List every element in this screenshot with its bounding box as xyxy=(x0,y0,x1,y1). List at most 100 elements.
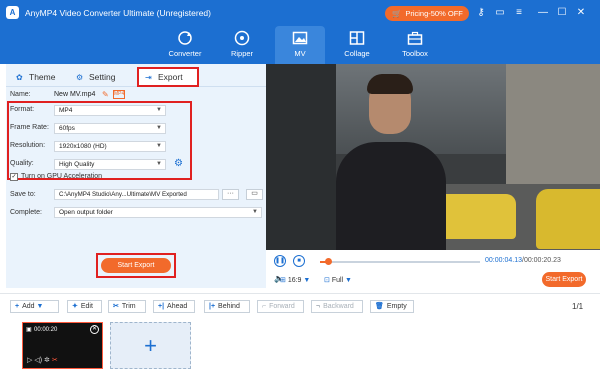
image-icon xyxy=(292,31,308,45)
timeline-clip[interactable]: ▣ 00:00:20 ✕ ▷ ◁) ✲ ✂ xyxy=(22,322,103,369)
ahead-label: Ahead xyxy=(167,303,188,310)
format-label: Format: xyxy=(10,106,35,113)
insert-ahead-icon: +| xyxy=(158,303,165,310)
start-export-button[interactable]: Start Export xyxy=(101,258,171,273)
magic-wand-icon: ✦ xyxy=(72,303,78,310)
view-mode-value: Full xyxy=(331,277,344,284)
video-preview xyxy=(266,64,600,250)
trash-icon: 🗑 xyxy=(375,303,384,310)
nav-ripper[interactable]: Ripper xyxy=(217,26,267,64)
tab-theme[interactable]: ✿ Theme xyxy=(16,69,55,85)
chevron-down-icon: ▼ xyxy=(156,125,162,131)
add-label: Add xyxy=(22,303,35,310)
quality-value: High Quality xyxy=(59,161,95,168)
name-value: New MV.mp4 xyxy=(54,91,96,98)
progress-knob[interactable] xyxy=(325,258,332,265)
key-icon[interactable]: ⚷ xyxy=(474,6,488,20)
tab-theme-label: Theme xyxy=(29,72,56,82)
trim-button[interactable]: ✂ Trim xyxy=(108,300,146,313)
timecode: 00:00:04.13/00:00:20.23 xyxy=(485,257,561,264)
start-export-button-preview[interactable]: Start Export xyxy=(542,272,586,287)
app-logo-icon: A xyxy=(6,6,19,19)
tab-export[interactable]: ⇥ Export xyxy=(137,67,199,87)
close-icon[interactable]: ✕ xyxy=(574,6,588,20)
complete-select[interactable]: Open output folder ▼ xyxy=(54,207,262,218)
total-time: 00:00:20.23 xyxy=(523,257,561,264)
add-clip-button[interactable]: + xyxy=(110,322,191,369)
menu-icon[interactable]: ≡ xyxy=(512,6,526,20)
minimize-icon[interactable]: — xyxy=(536,6,550,20)
cut-icon[interactable]: ✂ xyxy=(52,357,58,364)
aspect-icon: ⊞ xyxy=(280,277,288,284)
chevron-down-icon: ▼ xyxy=(252,209,258,215)
video-frame-taxi xyxy=(536,189,600,249)
saveto-label: Save to: xyxy=(10,191,36,198)
framerate-select[interactable]: 60fps ▼ xyxy=(54,123,166,134)
format-value: MP4 xyxy=(59,107,73,114)
maximize-icon[interactable]: ☐ xyxy=(555,6,569,20)
format-select[interactable]: MP4 ▼ xyxy=(54,105,166,116)
stop-icon[interactable]: ■ xyxy=(293,255,305,267)
add-button[interactable]: + Add ▼ xyxy=(10,300,59,313)
nav-toolbox[interactable]: Toolbox xyxy=(390,26,440,64)
chevron-down-icon: ▼ xyxy=(156,107,162,113)
video-frame-person-hair xyxy=(367,74,413,94)
nav-collage-label: Collage xyxy=(344,49,370,58)
main-nav: Converter Ripper MV Collage Toolbox xyxy=(0,26,600,64)
video-frame-wall xyxy=(266,64,336,250)
nav-converter[interactable]: Converter xyxy=(160,26,210,64)
progress-bar[interactable] xyxy=(320,258,480,265)
aspect-ratio-value: 16:9 xyxy=(287,277,302,284)
edit-name-icon[interactable]: ✎ xyxy=(102,90,109,99)
effect-icon[interactable]: ✲ xyxy=(44,357,50,364)
plus-icon: + xyxy=(15,303,20,310)
export-icon: ⇥ xyxy=(145,73,152,82)
framerate-label: Frame Rate: xyxy=(10,124,49,131)
forward-label: Forward xyxy=(269,303,295,310)
browse-button[interactable]: ··· xyxy=(222,189,239,200)
format-badge-icon: MP4 xyxy=(113,90,125,99)
pricing-button[interactable]: 🛒 Pricing-50% OFF xyxy=(385,6,469,21)
play-icon[interactable]: ▷ xyxy=(27,357,32,364)
quality-settings-gear-icon[interactable]: ⚙ xyxy=(174,158,183,169)
pause-icon[interactable]: ❚❚ xyxy=(274,255,286,267)
tab-setting[interactable]: ⚙ Setting xyxy=(76,69,115,85)
view-mode-select[interactable]: ⊡ Full ▼ xyxy=(324,276,352,284)
video-frame-taxi xyxy=(436,194,516,239)
aspect-ratio-select[interactable]: ⊞ 16:9 ▼ xyxy=(280,276,310,284)
move-forward-icon: ⌐ xyxy=(262,303,267,310)
empty-button[interactable]: 🗑 Empty xyxy=(370,300,414,313)
edit-button[interactable]: ✦ Edit xyxy=(67,300,102,313)
forward-button[interactable]: ⌐ Forward xyxy=(257,300,304,313)
quality-select[interactable]: High Quality ▼ xyxy=(54,159,166,170)
trim-label: Trim xyxy=(121,303,136,310)
nav-ripper-label: Ripper xyxy=(230,49,254,58)
timeline-toolbar: + Add ▼ ✦ Edit ✂ Trim +| Ahead |+ Behind ⌐ For… xyxy=(0,298,600,314)
gpu-checkbox[interactable]: ✓ xyxy=(10,173,18,181)
nav-mv[interactable]: MV xyxy=(275,26,325,64)
resolution-select[interactable]: 1920x1080 (HD) ▼ xyxy=(54,141,166,152)
behind-button[interactable]: |+ Behind xyxy=(204,300,250,313)
chevron-down-icon: ▼ xyxy=(343,277,352,284)
title-bar: A AnyMP4 Video Converter Ultimate (Unreg… xyxy=(0,0,600,26)
video-frame-person xyxy=(336,142,446,250)
feedback-icon[interactable]: ▭ xyxy=(493,6,507,20)
clip-actions: ▷ ◁) ✲ ✂ xyxy=(27,356,58,364)
clip-duration: 00:00:20 xyxy=(34,327,58,333)
nav-collage[interactable]: Collage xyxy=(332,26,382,64)
toolbox-icon xyxy=(407,31,423,45)
scissors-icon: ✂ xyxy=(113,303,119,310)
remove-clip-icon[interactable]: ✕ xyxy=(90,325,99,334)
volume-icon[interactable]: ◁) xyxy=(34,357,42,364)
backward-label: Backward xyxy=(323,303,354,310)
resolution-value: 1920x1080 (HD) xyxy=(59,143,107,150)
open-folder-icon[interactable]: ▭ xyxy=(246,189,263,200)
backward-button[interactable]: ¬ Backward xyxy=(311,300,363,313)
ahead-button[interactable]: +| Ahead xyxy=(153,300,195,313)
insert-behind-icon: |+ xyxy=(209,303,216,310)
cart-icon: 🛒 xyxy=(392,9,402,18)
nav-mv-label: MV xyxy=(294,49,306,58)
saveto-field[interactable]: C:\AnyMP4 Studio\Any...Ultimate\MV Expor… xyxy=(54,189,219,200)
complete-value: Open output folder xyxy=(59,209,113,216)
chevron-down-icon: ▼ xyxy=(156,143,162,149)
